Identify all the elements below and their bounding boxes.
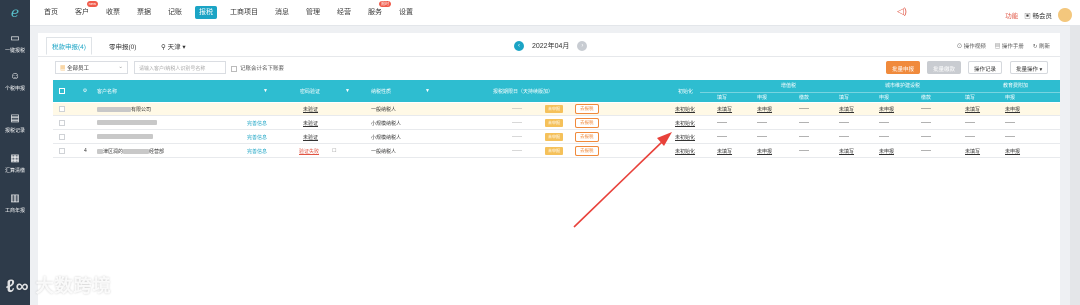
watermark-logo-icon: ℓ∞ xyxy=(6,276,36,296)
annotation-arrow xyxy=(573,132,672,228)
watermark: ℓ∞ 大数跨境 xyxy=(6,276,112,296)
